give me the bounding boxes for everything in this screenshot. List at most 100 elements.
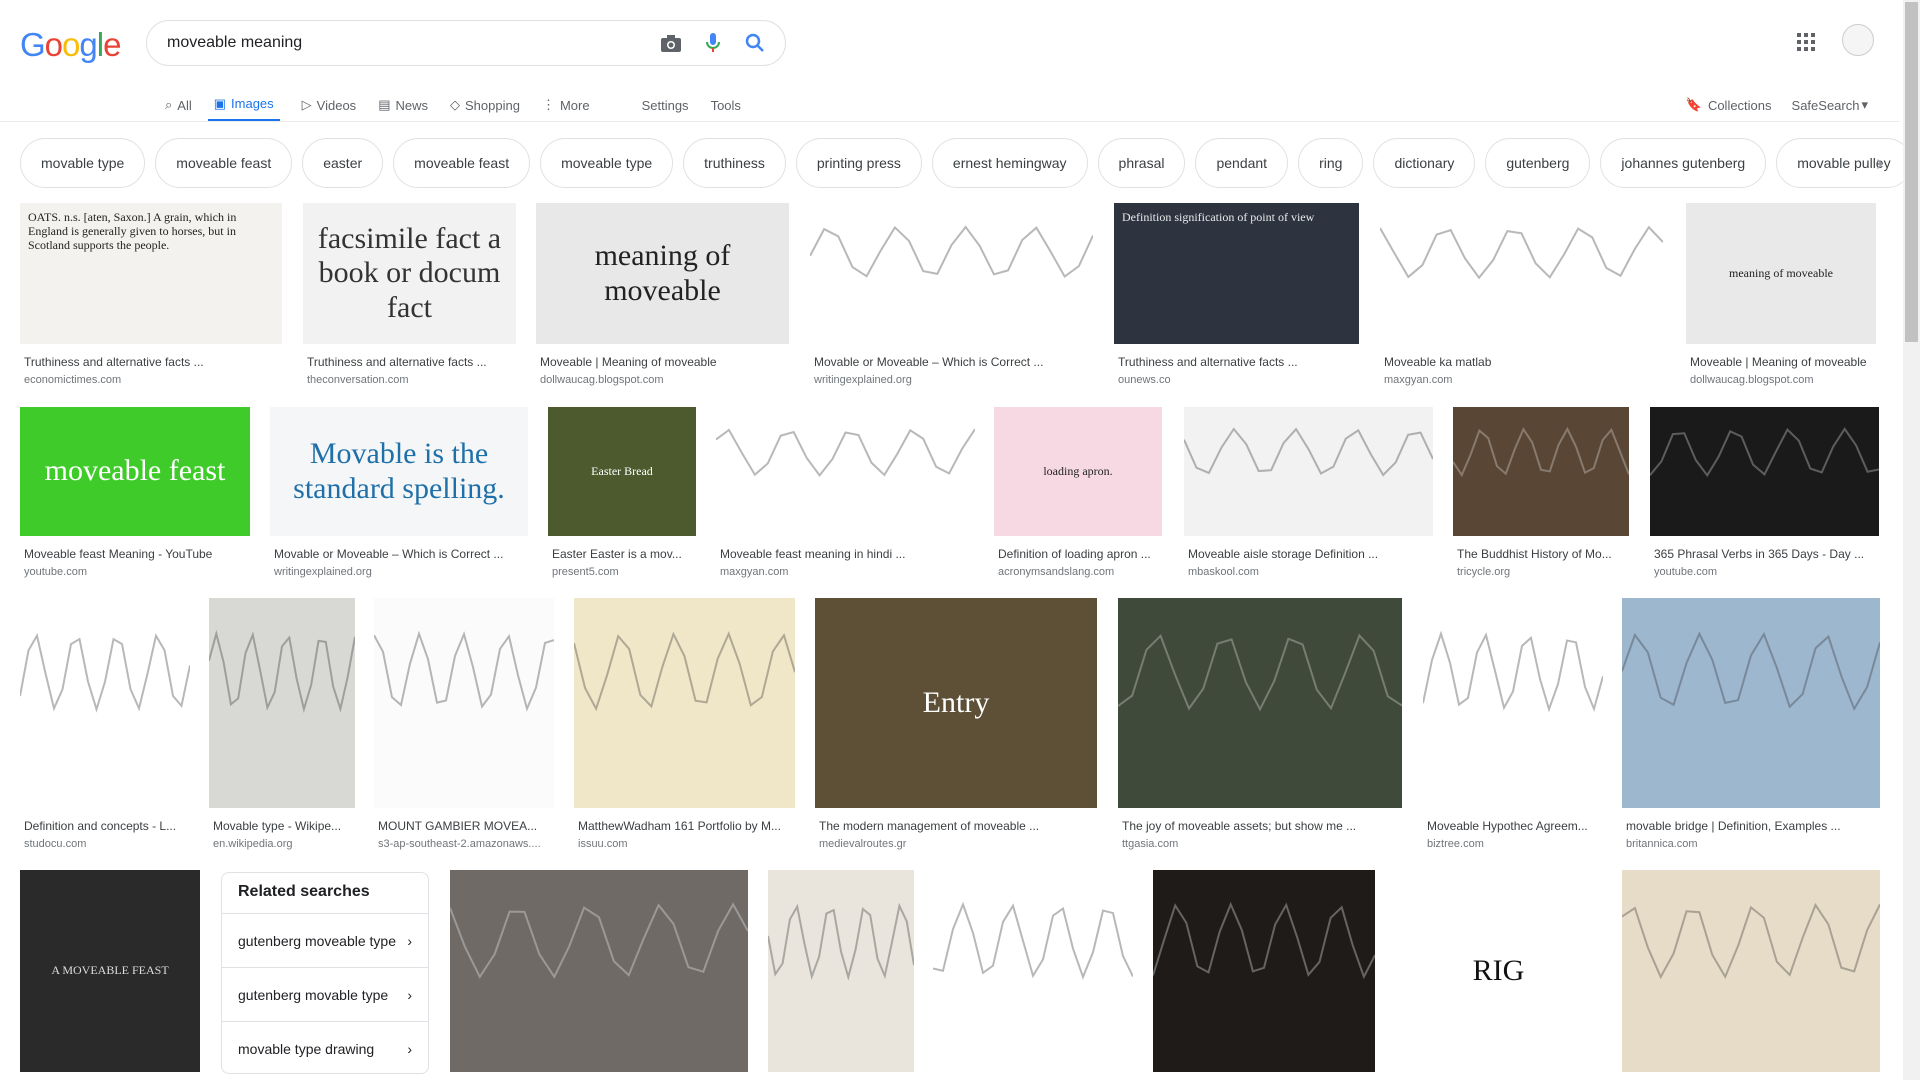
google-logo[interactable]: Google [20,26,121,64]
logo-letter: e [103,26,121,63]
result-thumbnail[interactable] [1622,870,1880,1072]
result-title[interactable]: Easter Easter is a mov... [552,547,696,561]
result-thumbnail[interactable]: meaning of moveable [1686,203,1876,344]
safesearch-button[interactable]: SafeSearch ▾ [1792,97,1868,113]
chip[interactable]: phrasal [1097,138,1186,188]
chip[interactable]: moveable feast [393,138,531,188]
result-title[interactable]: Movable or Moveable – Which is Correct .… [274,547,528,561]
tab-images[interactable]: ▣ Images [207,88,280,122]
result-title[interactable]: Moveable feast meaning in hindi ... [720,547,975,561]
result-title[interactable]: Moveable feast Meaning - YouTube [24,547,250,561]
related-item[interactable]: movable type drawing › [222,1021,428,1075]
result-title[interactable]: Moveable aisle storage Definition ... [1188,547,1433,561]
result-title[interactable]: Truthiness and alternative facts ... [1118,355,1359,369]
result-title[interactable]: The Buddhist History of Mo... [1457,547,1629,561]
result-thumbnail[interactable] [1423,598,1603,808]
chip[interactable]: dictionary [1373,138,1476,188]
chip[interactable]: pendant [1195,138,1289,188]
result-title[interactable]: MatthewWadham 161 Portfolio by M... [578,819,795,833]
result-thumbnail[interactable]: meaning of moveable [536,203,789,344]
result-thumbnail[interactable] [1118,598,1402,808]
tab-videos[interactable]: ▷ Videos [302,88,357,122]
result-title[interactable]: 365 Phrasal Verbs in 365 Days - Day ... [1654,547,1879,561]
result-thumbnail[interactable] [1622,598,1880,808]
scrollbar[interactable] [1903,0,1920,1080]
result-thumbnail[interactable] [768,870,914,1072]
chip[interactable]: ernest hemingway [931,138,1088,188]
result-thumbnail[interactable] [1153,870,1375,1072]
result-title[interactable]: movable bridge | Definition, Examples ..… [1626,819,1880,833]
tab-all[interactable]: ⌕ All [165,88,192,122]
result-title[interactable]: Moveable ka matlab [1384,355,1663,369]
result-title[interactable]: Moveable | Meaning of moveable [1690,355,1876,369]
result-title[interactable]: The joy of moveable assets; but show me … [1122,819,1402,833]
result-thumbnail[interactable] [1453,407,1629,536]
chip[interactable]: moveable feast [155,138,293,188]
camera-icon[interactable] [659,31,683,55]
result-thumbnail[interactable] [1380,203,1663,344]
result-thumbnail[interactable]: moveable feast [20,407,250,536]
related-label: movable type drawing [238,1040,375,1057]
thumbnail-text: Easter Bread [591,463,653,478]
chip[interactable]: truthiness [683,138,786,188]
result-title[interactable]: Movable type - Wikipe... [213,819,355,833]
chip[interactable]: johannes gutenberg [1600,138,1767,188]
tab-settings[interactable]: Settings [642,88,689,122]
search-input[interactable]: moveable meaning [167,34,659,52]
result-thumbnail[interactable]: OATS. n.s. [aten, Saxon.] A grain, which… [20,203,282,344]
tab-shopping[interactable]: ◇ Shopping [450,88,520,122]
search-icon[interactable] [743,31,767,55]
collections-button[interactable]: 🔖 Collections [1686,97,1772,113]
result-thumbnail[interactable] [810,203,1093,344]
chip[interactable]: movable type [20,138,146,188]
result-thumbnail[interactable]: Easter Bread [548,407,696,536]
result-thumbnail[interactable] [450,870,748,1072]
tab-tools[interactable]: Tools [711,88,741,122]
chip[interactable]: movable pulley [1776,138,1912,188]
tab-news[interactable]: ▤ News [378,88,428,122]
chip[interactable]: easter [302,138,384,188]
result-thumbnail[interactable] [209,598,355,808]
microphone-icon[interactable] [701,31,725,55]
result-thumbnail[interactable]: A MOVEABLE FEAST [20,870,200,1072]
result-thumbnail[interactable]: RIG [1396,870,1601,1072]
search-box[interactable]: moveable meaning [146,20,786,66]
result-thumbnail[interactable] [933,870,1133,1072]
result-title[interactable]: Definition and concepts - L... [24,819,190,833]
chip[interactable]: moveable type [540,138,674,188]
result-title[interactable]: Movable or Moveable – Which is Correct .… [814,355,1093,369]
result-title[interactable]: Moveable | Meaning of moveable [540,355,789,369]
search-icon: ⌕ [165,97,173,112]
result-thumbnail[interactable]: Movable is the standard spelling. [270,407,528,536]
related-item[interactable]: gutenberg movable type › [222,967,428,1021]
related-chips: movable type moveable feast easter movea… [20,138,1920,188]
result-thumbnail[interactable] [1650,407,1879,536]
apps-grid-icon[interactable] [1794,30,1818,54]
tab-more[interactable]: ⋮ More [542,88,590,122]
result-title[interactable]: Truthiness and alternative facts ... [24,355,282,369]
related-item[interactable]: gutenberg moveable type › [222,913,428,967]
result-thumbnail[interactable]: facsimile fact a book or docum fact [303,203,516,344]
result-title[interactable]: Definition of loading apron ... [998,547,1162,561]
result-title[interactable]: The modern management of moveable ... [819,819,1097,833]
chevron-right-icon[interactable]: › [1876,150,1883,176]
result-thumbnail[interactable]: Entry [815,598,1097,808]
result-thumbnail[interactable] [20,598,190,808]
result-title[interactable]: Moveable Hypothec Agreem... [1427,819,1603,833]
result-thumbnail[interactable] [374,598,554,808]
result-title[interactable]: Truthiness and alternative facts ... [307,355,516,369]
result-thumbnail[interactable]: loading apron. [994,407,1162,536]
tag-icon: ◇ [450,97,460,112]
result-thumbnail[interactable] [1184,407,1433,536]
avatar[interactable] [1842,24,1874,56]
result-thumbnail[interactable] [716,407,975,536]
header-divider [0,121,1900,122]
result-thumbnail[interactable]: Definition signification of point of vie… [1114,203,1359,344]
chevron-right-icon: › [407,932,412,949]
result-thumbnail[interactable] [574,598,795,808]
chip[interactable]: printing press [795,138,922,188]
chip[interactable]: ring [1298,138,1364,188]
chip[interactable]: gutenberg [1485,138,1591,188]
result-title[interactable]: MOUNT GAMBIER MOVEA... [378,819,554,833]
scrollbar-thumb[interactable] [1905,2,1918,342]
